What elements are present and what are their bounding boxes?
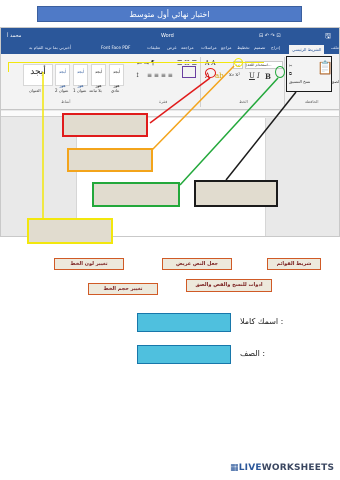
tag-bullets[interactable]: شريط القوائم — [267, 258, 321, 270]
logo-mark: ▦ — [230, 463, 239, 473]
black-line — [225, 91, 297, 181]
logo-live: LIVE — [238, 463, 262, 473]
tag-clipboard[interactable]: ادوات للنسخ والقص والصق — [186, 279, 272, 292]
answer-box-red[interactable] — [62, 113, 148, 137]
worksheet: اختبار نهائي أول متوسط محمد أ Word ⊟ ↶ ↷… — [0, 0, 340, 480]
liveworksheets-logo: ▦LIVEWORKSHEETS — [230, 463, 334, 473]
green-line — [179, 77, 279, 186]
name-label: اسمك كاملا : — [240, 317, 284, 326]
tag-font-color[interactable]: تغيير لون الخط — [54, 258, 124, 270]
answer-box-black[interactable] — [194, 180, 278, 207]
answer-box-orange[interactable] — [67, 148, 153, 172]
logo-worksheets: WORKSHEETS — [261, 463, 335, 473]
name-input[interactable] — [137, 313, 231, 332]
class-input[interactable] — [137, 345, 231, 364]
tag-bold[interactable]: جعل النص عريض — [162, 258, 232, 270]
answer-box-yellow[interactable] — [27, 218, 113, 244]
orange-line — [151, 65, 235, 151]
answer-box-green[interactable] — [92, 182, 180, 207]
tag-font-size[interactable]: تغيير حجم الخط — [88, 283, 158, 295]
class-label: الصف : — [240, 349, 266, 358]
